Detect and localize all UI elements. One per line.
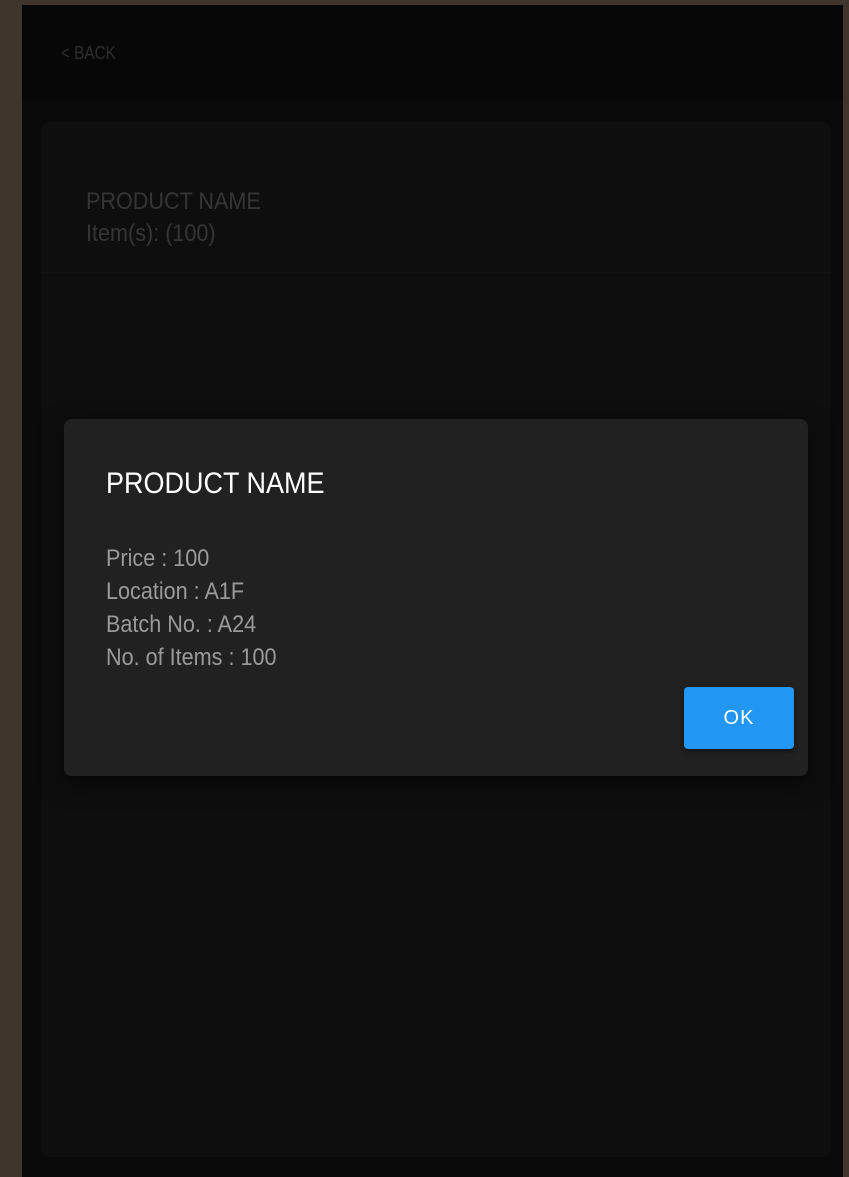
location-detail: Location : A1F — [106, 578, 245, 605]
app-window: < BACK PRODUCT NAME Item(s): (100) PRODU… — [22, 5, 843, 1177]
price-detail: Price : 100 — [106, 545, 210, 572]
dialog-title: PRODUCT NAME — [106, 467, 325, 500]
ok-button[interactable]: OK — [684, 687, 794, 749]
item-count-detail: No. of Items : 100 — [106, 644, 277, 671]
app-screen: < BACK PRODUCT NAME Item(s): (100) PRODU… — [22, 5, 843, 1177]
batch-detail: Batch No. : A24 — [106, 611, 257, 638]
product-details-dialog: PRODUCT NAME Price : 100 Location : A1F … — [64, 419, 808, 776]
